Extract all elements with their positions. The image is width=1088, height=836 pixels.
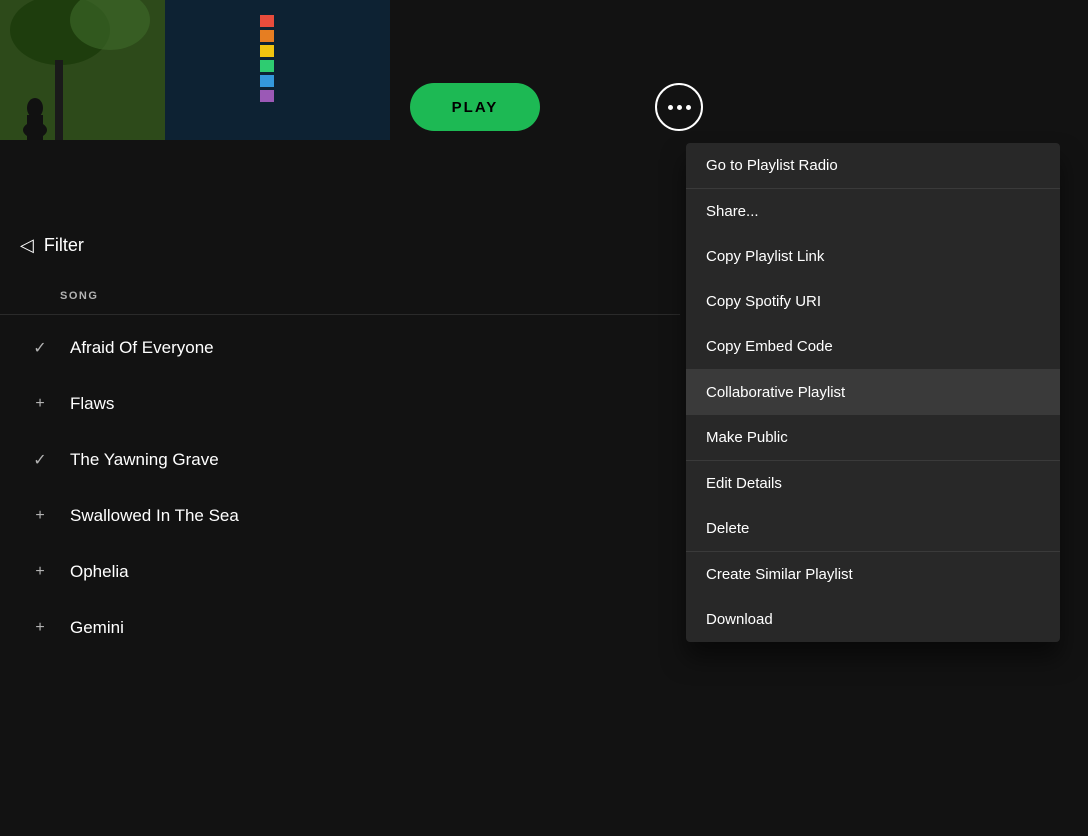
menu-item-1-1[interactable]: Copy Playlist Link — [686, 234, 1060, 279]
checkmark-icon: ✓ — [20, 338, 60, 358]
menu-item-4-0[interactable]: Create Similar Playlist — [686, 552, 1060, 597]
context-menu-content: Go to Playlist RadioShare...Copy Playlis… — [686, 143, 1060, 642]
song-name: Swallowed In The Sea — [70, 506, 239, 526]
more-options-button[interactable] — [655, 83, 703, 131]
song-name: Flaws — [70, 394, 114, 414]
song-item[interactable]: ✓ Afraid Of Everyone — [0, 320, 680, 376]
dot-1 — [668, 105, 673, 110]
menu-item-3-0[interactable]: Edit Details — [686, 461, 1060, 506]
menu-item-1-2[interactable]: Copy Spotify URI — [686, 279, 1060, 324]
song-list-header: SONG — [0, 290, 680, 315]
play-button[interactable]: PLAY — [410, 83, 540, 131]
dot-3 — [686, 105, 691, 110]
plus-icon: + — [20, 563, 60, 581]
menu-item-2-0[interactable]: Collaborative Playlist — [686, 370, 1060, 415]
plus-icon: + — [20, 395, 60, 413]
song-name: Ophelia — [70, 562, 129, 582]
song-item[interactable]: + Swallowed In The Sea — [0, 488, 680, 544]
menu-item-2-1[interactable]: Make Public — [686, 415, 1060, 460]
menu-section-4: Create Similar PlaylistDownload — [686, 552, 1060, 642]
play-button-label: PLAY — [452, 99, 499, 116]
menu-item-1-3[interactable]: Copy Embed Code — [686, 324, 1060, 369]
checkmark-icon: ✓ — [20, 450, 60, 470]
menu-item-1-0[interactable]: Share... — [686, 189, 1060, 234]
album-art-right — [165, 0, 390, 140]
song-items-container: ✓ Afraid Of Everyone + Flaws ✓ The Yawni… — [0, 320, 680, 656]
song-name: Afraid Of Everyone — [70, 338, 214, 358]
song-item[interactable]: ✓ The Yawning Grave — [0, 432, 680, 488]
album-art-left — [0, 0, 165, 140]
plus-icon: + — [20, 507, 60, 525]
song-item[interactable]: + Flaws — [0, 376, 680, 432]
menu-section-2: Collaborative PlaylistMake Public — [686, 370, 1060, 461]
filter-label: Filter — [44, 235, 84, 256]
dot-2 — [677, 105, 682, 110]
context-menu: Go to Playlist RadioShare...Copy Playlis… — [686, 143, 1060, 642]
song-item[interactable]: + Ophelia — [0, 544, 680, 600]
menu-section-0: Go to Playlist Radio — [686, 143, 1060, 189]
menu-item-3-1[interactable]: Delete — [686, 506, 1060, 551]
song-name: The Yawning Grave — [70, 450, 219, 470]
filter-area: ◁ Filter — [0, 220, 680, 270]
menu-item-4-1[interactable]: Download — [686, 597, 1060, 642]
menu-section-3: Edit DetailsDelete — [686, 461, 1060, 552]
menu-item-0-0[interactable]: Go to Playlist Radio — [686, 143, 1060, 188]
plus-icon: + — [20, 619, 60, 637]
song-list: SONG ✓ Afraid Of Everyone + Flaws ✓ The … — [0, 290, 680, 656]
filter-icon: ◁ — [20, 235, 34, 256]
menu-section-1: Share...Copy Playlist LinkCopy Spotify U… — [686, 189, 1060, 370]
song-item[interactable]: + Gemini — [0, 600, 680, 656]
song-name: Gemini — [70, 618, 124, 638]
